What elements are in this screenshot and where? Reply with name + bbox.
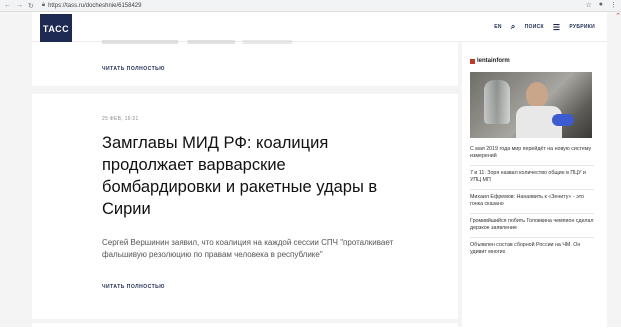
news-card: ЧИТАТЬ ПОЛНОСТЬЮ: [32, 40, 458, 86]
person-head: [526, 82, 548, 108]
sponsored-item[interactable]: 7 и 11: Зоря назвал количество общин в П…: [470, 166, 594, 190]
sponsored-item[interactable]: С мая 2019 года мир перейдёт на новую си…: [470, 142, 594, 166]
menu-lines-icon[interactable]: ☰: [553, 23, 560, 32]
article-lead: Сергей Вершинин заявил, что коалиция на …: [102, 238, 394, 259]
read-more-link[interactable]: ЧИТАТЬ ПОЛНОСТЬЮ: [102, 284, 165, 290]
chevron-icon[interactable]: ⌃: [615, 12, 621, 20]
forward-icon[interactable]: →: [16, 2, 23, 10]
read-more-link[interactable]: ЧИТАТЬ ПОЛНОСТЬЮ: [102, 66, 165, 72]
lentainform-logo-icon: [470, 58, 475, 64]
site-header: ТАСС EN ⌕ ПОИСК ☰ РУБРИКИ: [32, 12, 607, 44]
search-icon[interactable]: ⌕: [511, 22, 516, 32]
sponsored-list: С мая 2019 года мир перейдёт на новую си…: [470, 142, 594, 261]
header-nav: EN ⌕ ПОИСК ☰ РУБРИКИ: [494, 22, 595, 32]
extension-icon[interactable]: ●: [599, 1, 603, 9]
reload-icon[interactable]: ↻: [28, 2, 34, 10]
sponsored-item[interactable]: Громивйшийся побить Головкина чемпион сд…: [470, 214, 594, 238]
sponsored-item[interactable]: Михаил Ефремов: Нанаявить к «Зениту» - э…: [470, 190, 594, 214]
article-date: 25 ФЕВ, 16:21: [102, 116, 139, 122]
browser-toolbar: ← → ↻ 🔒︎ https://tass.ru/docheshnie/6158…: [0, 0, 621, 12]
news-card: [32, 323, 458, 333]
sponsored-item[interactable]: Объявлен состав сборной России на ЧМ. Он…: [470, 238, 594, 261]
browser-actions: ☆ ● ⋮: [585, 1, 617, 9]
search-link[interactable]: ПОИСК: [525, 24, 544, 30]
star-icon[interactable]: ☆: [585, 1, 591, 9]
lock-icon: 🔒︎: [41, 2, 46, 8]
browser-nav: ← → ↻: [0, 2, 34, 10]
ad-sidebar: lentainform С мая 2019 года мир перейдёт…: [462, 42, 607, 327]
news-feed: ЧИТАТЬ ПОЛНОСТЬЮ 25 ФЕВ, 16:21 Замглавы …: [32, 40, 458, 333]
rubrics-link[interactable]: РУБРИКИ: [569, 24, 595, 30]
jar-shape: [484, 80, 510, 124]
truncated-text: [102, 40, 292, 44]
tass-logo[interactable]: ТАСС: [40, 14, 72, 44]
lentainform-brand[interactable]: lentainform: [470, 58, 510, 64]
sponsored-image[interactable]: [470, 72, 592, 138]
brand-label: lentainform: [477, 58, 510, 64]
article-headline[interactable]: Замглавы МИД РФ: коалиция продолжает вар…: [102, 132, 402, 220]
back-icon[interactable]: ←: [4, 2, 11, 10]
news-card-main: 25 ФЕВ, 16:21 Замглавы МИД РФ: коалиция …: [32, 94, 458, 319]
glove-shape: [552, 114, 574, 126]
lang-switch[interactable]: EN: [494, 24, 502, 30]
address-bar[interactable]: https://tass.ru/docheshnie/6158429: [48, 3, 141, 9]
menu-icon[interactable]: ⋮: [610, 1, 617, 9]
